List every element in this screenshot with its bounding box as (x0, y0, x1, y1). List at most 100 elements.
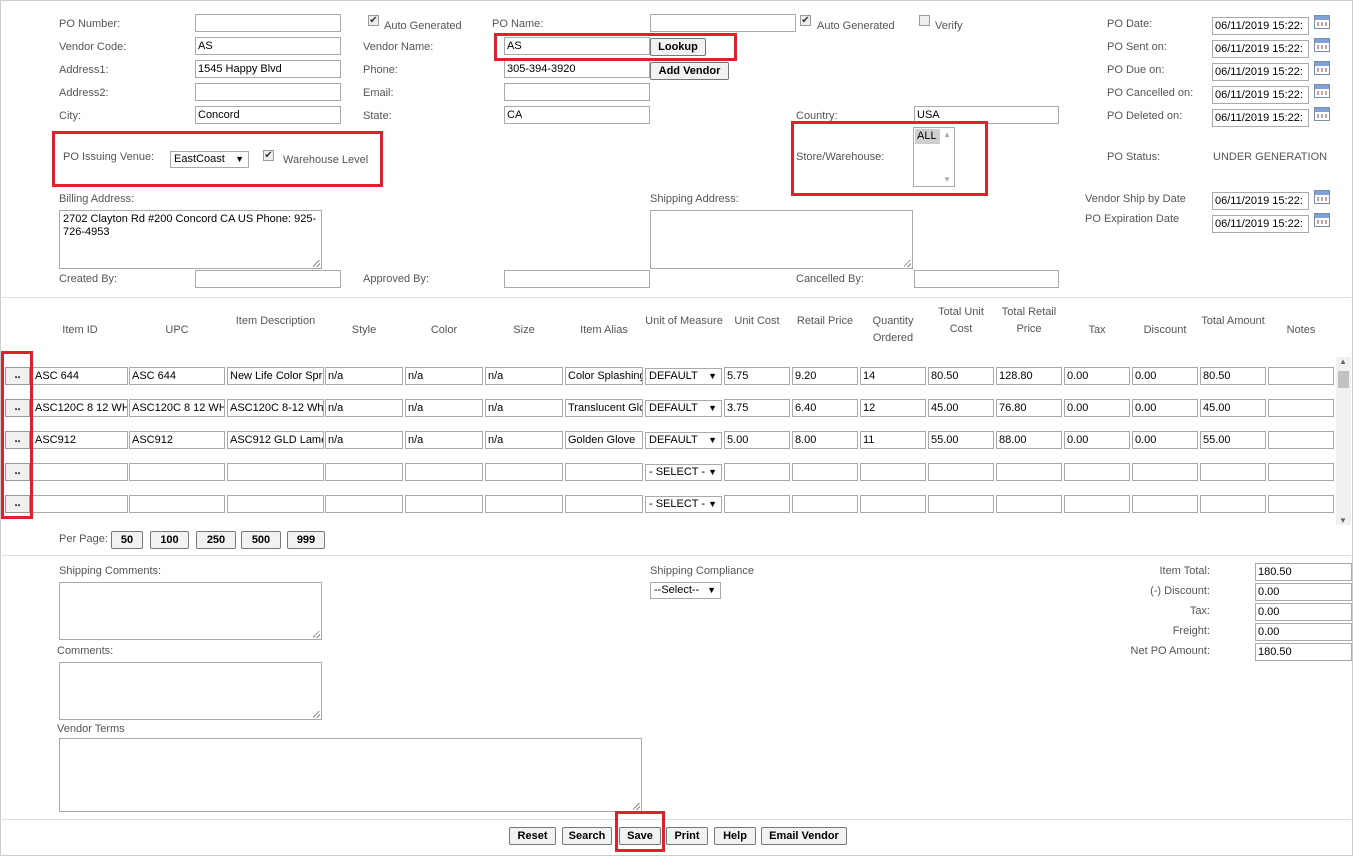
shipping-comments-textarea[interactable] (59, 582, 322, 640)
calendar-icon[interactable] (1314, 84, 1330, 98)
grid-cell[interactable] (485, 463, 563, 481)
grid-cell[interactable] (1268, 431, 1334, 449)
grid-cell[interactable]: ASC912 (32, 431, 128, 449)
vendor-name-input[interactable]: AS (504, 37, 650, 55)
grid-cell[interactable] (996, 463, 1062, 481)
row-detail-button[interactable]: .. (5, 463, 30, 481)
grid-cell[interactable] (1132, 495, 1198, 513)
grid-cell[interactable]: ASC 644 (32, 367, 128, 385)
grid-cell[interactable]: ASC912 GLD Lame (227, 431, 324, 449)
grid-cell[interactable] (792, 463, 858, 481)
grid-cell[interactable]: 5.00 (724, 431, 790, 449)
resize-grip-icon[interactable] (313, 631, 320, 638)
grid-cell[interactable]: 80.50 (1200, 367, 1266, 385)
grid-cell[interactable] (405, 463, 483, 481)
grid-cell[interactable]: n/a (325, 367, 403, 385)
calendar-icon[interactable] (1314, 107, 1330, 121)
grid-cell[interactable]: 0.00 (1064, 367, 1130, 385)
grid-cell[interactable]: New Life Color Spra (227, 367, 324, 385)
verify-checkbox[interactable] (919, 15, 930, 26)
search-button[interactable]: Search (562, 827, 612, 845)
grid-cell[interactable]: 76.80 (996, 399, 1062, 417)
row-detail-button[interactable]: .. (5, 431, 30, 449)
calendar-icon[interactable] (1314, 190, 1330, 204)
grid-cell[interactable] (996, 495, 1062, 513)
calendar-icon[interactable] (1314, 15, 1330, 29)
grid-cell[interactable]: 55.00 (928, 431, 994, 449)
grid-cell[interactable]: ASC120C 8-12 Whi (227, 399, 324, 417)
tax-input[interactable]: 0.00 (1255, 603, 1352, 621)
per-page-500-button[interactable]: 500 (241, 531, 281, 549)
po-name-auto-generated-checkbox[interactable]: ✔ (800, 15, 811, 26)
grid-cell[interactable]: n/a (485, 367, 563, 385)
grid-cell[interactable]: n/a (405, 399, 483, 417)
reset-button[interactable]: Reset (509, 827, 556, 845)
grid-cell[interactable]: ASC 644 (129, 367, 225, 385)
scroll-down-icon[interactable]: ▼ (943, 175, 951, 184)
shipping-address-textarea[interactable] (650, 210, 913, 269)
scrollbar-thumb[interactable] (1338, 371, 1349, 388)
item-total-input[interactable]: 180.50 (1255, 563, 1352, 581)
grid-cell[interactable] (565, 495, 643, 513)
grid-cell[interactable] (405, 495, 483, 513)
issuing-venue-select[interactable]: EastCoast ▼ (170, 151, 249, 168)
grid-cell[interactable] (724, 495, 790, 513)
per-page-999-button[interactable]: 999 (287, 531, 325, 549)
po-expiration-input[interactable]: 06/11/2019 15:22: (1212, 215, 1309, 233)
grid-cell[interactable] (1268, 495, 1334, 513)
email-vendor-button[interactable]: Email Vendor (761, 827, 847, 845)
vendor-ship-input[interactable]: 06/11/2019 15:22: (1212, 192, 1309, 210)
calendar-icon[interactable] (1314, 61, 1330, 75)
grid-cell[interactable] (928, 495, 994, 513)
grid-cell[interactable]: 0.00 (1132, 431, 1198, 449)
grid-cell[interactable] (1268, 399, 1334, 417)
grid-cell[interactable] (565, 463, 643, 481)
grid-cell[interactable]: n/a (485, 399, 563, 417)
po-cancelled-input[interactable]: 06/11/2019 15:22: (1212, 86, 1309, 104)
net-po-amount-input[interactable]: 180.50 (1255, 643, 1352, 661)
grid-cell[interactable]: 80.50 (928, 367, 994, 385)
state-input[interactable]: CA (504, 106, 650, 124)
grid-cell[interactable]: 14 (860, 367, 926, 385)
warehouse-level-checkbox[interactable]: ✔ (263, 150, 274, 161)
scroll-up-icon[interactable]: ▲ (1339, 357, 1347, 366)
vendor-code-input[interactable]: AS (195, 37, 341, 55)
address1-input[interactable]: 1545 Happy Blvd (195, 60, 341, 78)
grid-cell[interactable]: n/a (325, 399, 403, 417)
comments-textarea[interactable] (59, 662, 322, 720)
grid-cell[interactable] (227, 463, 324, 481)
grid-cell[interactable]: Golden Glove (565, 431, 643, 449)
grid-cell[interactable] (928, 463, 994, 481)
grid-cell[interactable] (227, 495, 324, 513)
created-by-input[interactable] (195, 270, 341, 288)
phone-input[interactable]: 305-394-3920 (504, 60, 650, 78)
po-deleted-input[interactable]: 06/11/2019 15:22: (1212, 109, 1309, 127)
grid-cell[interactable]: 0.00 (1132, 399, 1198, 417)
unit-of-measure-select[interactable]: - SELECT - ▼ (645, 496, 722, 513)
grid-cell[interactable]: 0.00 (1132, 367, 1198, 385)
per-page-250-button[interactable]: 250 (196, 531, 236, 549)
auto-generated-checkbox[interactable]: ✔ (368, 15, 379, 26)
email-input[interactable] (504, 83, 650, 101)
grid-cell[interactable] (1268, 367, 1334, 385)
scroll-down-icon[interactable]: ▼ (1339, 516, 1347, 525)
grid-cell[interactable]: 45.00 (1200, 399, 1266, 417)
grid-cell[interactable] (32, 495, 128, 513)
grid-cell[interactable] (129, 463, 225, 481)
grid-cell[interactable]: 5.75 (724, 367, 790, 385)
grid-cell[interactable]: 12 (860, 399, 926, 417)
grid-cell[interactable]: ASC120C 8 12 WH (129, 399, 225, 417)
shipping-compliance-select[interactable]: --Select-- ▼ (650, 582, 721, 599)
billing-address-textarea[interactable]: 2702 Clayton Rd #200 Concord CA US Phone… (59, 210, 322, 269)
city-input[interactable]: Concord (195, 106, 341, 124)
address2-input[interactable] (195, 83, 341, 101)
grid-cell[interactable]: 45.00 (928, 399, 994, 417)
grid-cell[interactable] (724, 463, 790, 481)
approved-by-input[interactable] (504, 270, 650, 288)
row-detail-button[interactable]: .. (5, 495, 30, 513)
unit-of-measure-select[interactable]: - SELECT - ▼ (645, 464, 722, 481)
row-detail-button[interactable]: .. (5, 367, 30, 385)
grid-cell[interactable] (792, 495, 858, 513)
grid-cell[interactable]: 9.20 (792, 367, 858, 385)
discount-input[interactable]: 0.00 (1255, 583, 1352, 601)
